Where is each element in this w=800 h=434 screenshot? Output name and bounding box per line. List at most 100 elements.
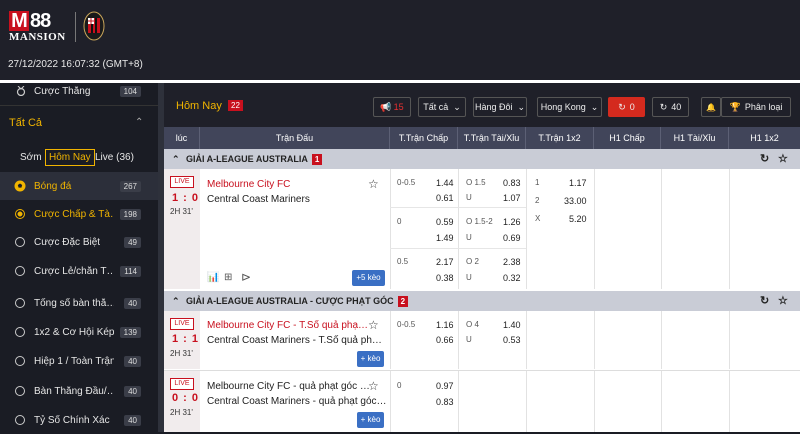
odds-cell[interactable]: 5.20 [569, 214, 587, 224]
sidebar-item-football[interactable]: Bóng đá 267 [0, 172, 158, 200]
star-icon[interactable]: ☆ [778, 152, 788, 165]
sidebar-item-correct-score[interactable]: Tỷ Số Chính Xác 40 [0, 406, 158, 434]
chevron-up-icon[interactable]: ⌃ [135, 117, 143, 128]
star-icon[interactable]: ☆ [778, 294, 788, 307]
sort-select[interactable]: Hàng Đôi ⌄ [473, 97, 527, 117]
more-odds-button[interactable]: + kèo [357, 412, 384, 428]
radio-icon [15, 327, 25, 337]
tab-early[interactable]: Sớm [20, 152, 42, 163]
odds-cell[interactable]: 1.07 [503, 193, 521, 203]
odds-cell[interactable]: 2.38 [503, 257, 521, 267]
tab-live[interactable]: Live (36) [95, 152, 134, 163]
sidebar-item-special[interactable]: Cược Đặc Biệt 49 [0, 228, 158, 256]
odds-cell[interactable]: 0.32 [503, 273, 521, 283]
chevron-down-icon: ⌄ [453, 101, 461, 112]
sidebar-item-first-last-goal[interactable]: Bàn Thắng Đầu/… 40 [0, 377, 158, 405]
sidebar-item-cuoc-thang[interactable]: Cược Thắng 104 [0, 80, 158, 102]
sidebar-item-halftime-fulltime[interactable]: Hiệp 1 / Toàn Trận 40 [0, 347, 158, 375]
live-badge: LIVE [170, 378, 194, 390]
odds-cell[interactable]: 1.44 [436, 178, 454, 188]
chevron-up-icon: ⌃ [172, 154, 180, 164]
odds-cell[interactable]: 0.59 [436, 217, 454, 227]
sidebar-section-title[interactable]: Tất Cả [9, 117, 42, 129]
top-header: M 88 MANSION 27/12/2022 16:07:32 (GMT+8) [0, 0, 800, 80]
title-count-badge: 22 [228, 100, 243, 111]
league-header[interactable]: ⌃ GIẢI A-LEAGUE AUSTRALIA 1 ↻ ☆ [164, 149, 800, 169]
odds-cell[interactable]: 0.69 [503, 233, 521, 243]
radio-selected-icon [15, 209, 25, 219]
col-divider [390, 169, 391, 289]
sidebar-item-odd-even[interactable]: Cược Lẻ/chẵn T… 114 [0, 257, 158, 285]
chevron-up-icon: ⌃ [172, 296, 180, 306]
classify-button[interactable]: 🏆 Phân loại [721, 97, 791, 117]
page-title: Hôm Nay [176, 100, 222, 112]
col-divider [729, 371, 730, 432]
sidebar-item-handicap[interactable]: Cược Chấp & Tà… 198 [0, 200, 158, 228]
col-divider [594, 371, 595, 432]
filter-select[interactable]: Tất cả ⌄ [418, 97, 466, 117]
odds-cell[interactable]: 0.66 [436, 335, 454, 345]
odds-cell[interactable]: 0.61 [436, 193, 454, 203]
odds-format-select[interactable]: Hong Kong ⌄ [537, 97, 602, 117]
sidebar-item-1x2[interactable]: 1x2 & Cơ Hội Kép 139 [0, 318, 158, 346]
reload-button[interactable]: ↻ 40 [652, 97, 689, 117]
home-team[interactable]: Melbourne City FC [207, 179, 290, 190]
col-divider [526, 371, 527, 432]
home-team[interactable]: Melbourne City FC - T.Số quả phạ… [207, 320, 368, 331]
match-score: 1 : 0 [172, 192, 200, 204]
match-row: LIVE 1 : 1 2H 31' Melbourne City FC - T.… [164, 311, 800, 369]
sidebar: Cược Thắng 104 Tất Cả ⌃ Sớm Hôm Nay Live… [0, 83, 158, 432]
away-team[interactable]: Central Coast Mariners - quả phạt góc… [207, 396, 387, 407]
stats-icon[interactable]: 📊 [207, 272, 219, 283]
match-score: 0 : 0 [172, 392, 200, 404]
match-row: LIVE 0 : 0 2H 31' Melbourne City FC - qu… [164, 371, 800, 432]
pitch-icon[interactable]: ⊞ [224, 272, 232, 283]
row-divider [390, 207, 526, 208]
col-divider [526, 311, 527, 369]
odds-cell[interactable]: 2.17 [436, 257, 454, 267]
home-team[interactable]: Melbourne City FC - quả phạt góc … [207, 381, 370, 392]
match-clock: 2H 31' [170, 408, 193, 417]
soccer-ball-icon [14, 180, 26, 192]
megaphone-icon: 📢 [380, 101, 392, 112]
play-icon[interactable]: ⊳ [241, 270, 251, 284]
main-panel: Hôm Nay 22 📢 15 Tất cả ⌄ Hàng Đôi ⌄ Hong Ko… [164, 83, 800, 432]
col-match: Trận Đấu [200, 127, 390, 149]
radio-icon [15, 266, 25, 276]
notification-button[interactable]: 🔔 [701, 97, 721, 117]
away-team[interactable]: Central Coast Mariners [207, 194, 310, 205]
odds-cell[interactable]: 0.53 [503, 335, 521, 345]
more-odds-button[interactable]: +5 kèo [352, 270, 385, 286]
odds-cell[interactable]: 0.38 [436, 273, 454, 283]
col-ft-over-under: T.Trận Tài/Xỉu [458, 127, 526, 149]
refresh-icon[interactable]: ↻ [760, 152, 769, 165]
odds-cell[interactable]: 0.83 [436, 397, 454, 407]
refresh-button[interactable]: ↻ 0 [608, 97, 645, 117]
odds-cell[interactable]: 0.83 [503, 178, 521, 188]
odds-cell[interactable]: 33.00 [564, 196, 587, 206]
brand-logo[interactable]: M 88 MANSION [9, 11, 69, 43]
sidebar-item-total-goals[interactable]: Tổng số bàn thắ… 40 [0, 289, 158, 317]
sidebar-divider [0, 105, 158, 106]
tab-today[interactable]: Hôm Nay [45, 149, 95, 166]
odds-cell[interactable]: 0.97 [436, 381, 454, 391]
match-clock: 2H 31' [170, 349, 193, 358]
star-icon[interactable]: ☆ [368, 177, 379, 191]
more-odds-button[interactable]: + kèo [357, 351, 384, 367]
league-header[interactable]: ⌃ GIẢI A-LEAGUE AUSTRALIA - CƯỢC PHẠT GÓ… [164, 291, 800, 311]
star-icon[interactable]: ☆ [368, 379, 379, 393]
col-divider [729, 311, 730, 369]
star-icon[interactable]: ☆ [368, 318, 379, 332]
odds-cell[interactable]: 1.17 [569, 178, 587, 188]
odds-cell[interactable]: 1.40 [503, 320, 521, 330]
logo-divider [75, 12, 76, 42]
radio-icon [15, 237, 25, 247]
odds-cell[interactable]: 1.16 [436, 320, 454, 330]
server-datetime: 27/12/2022 16:07:32 (GMT+8) [8, 59, 143, 70]
col-divider [390, 311, 391, 369]
refresh-icon[interactable]: ↻ [760, 294, 769, 307]
away-team[interactable]: Central Coast Mariners - T.Số quả ph… [207, 335, 382, 346]
favorites-button[interactable]: 📢 15 [373, 97, 411, 117]
odds-cell[interactable]: 1.26 [503, 217, 521, 227]
odds-cell[interactable]: 1.49 [436, 233, 454, 243]
